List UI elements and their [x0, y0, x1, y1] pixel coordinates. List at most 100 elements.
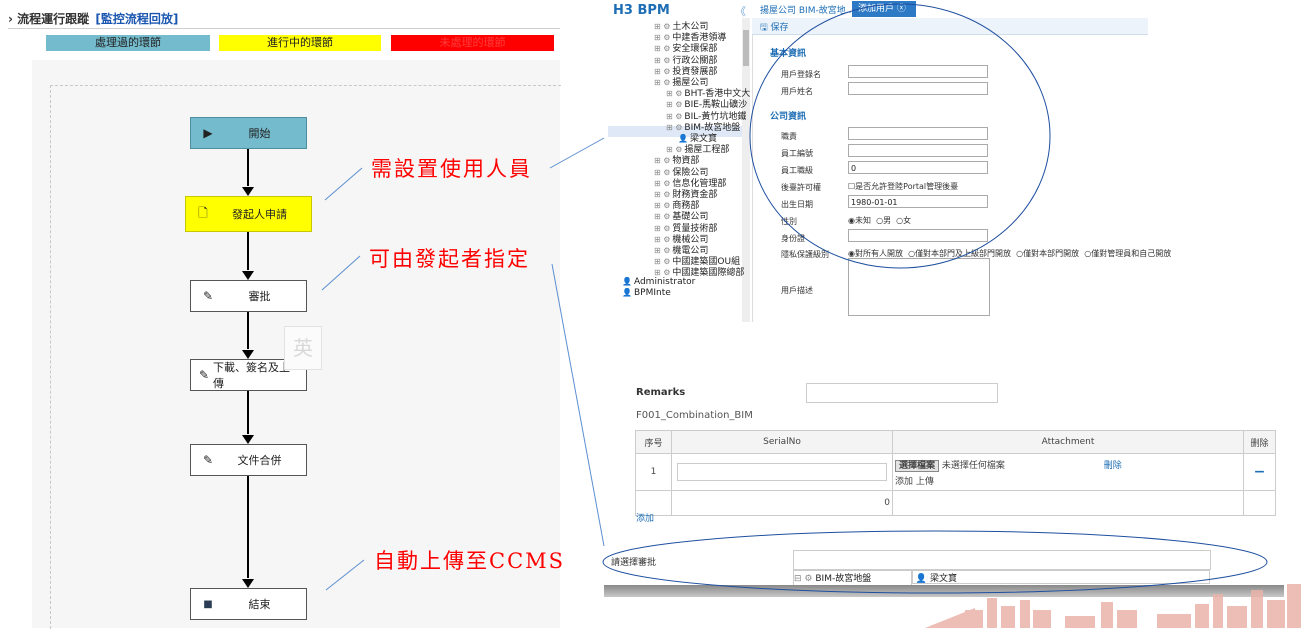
tree-item-label: BPMInte	[633, 287, 671, 298]
label-emp-level: 員工職級	[781, 166, 813, 175]
add-row-link[interactable]: 添加	[636, 511, 654, 524]
node-approve[interactable]: ✎ 審批	[190, 280, 307, 312]
ime-indicator: 英	[284, 326, 322, 370]
node-file-merge[interactable]: ✎ 文件合併	[190, 444, 307, 476]
node-label: 結束	[248, 598, 271, 611]
legend-in-progress: 進行中的環節	[219, 35, 381, 51]
id-no-input[interactable]	[848, 229, 988, 242]
serial-input[interactable]	[677, 463, 887, 481]
connector	[247, 232, 249, 270]
user-icon: 👤	[622, 287, 632, 297]
label-birthday: 出生日期	[781, 200, 813, 209]
tab-company[interactable]: 揚屋公司 BIM-故宮地... ⓧ	[760, 3, 866, 16]
tree-item[interactable]: 👤 BPMInte	[622, 288, 671, 298]
choose-file-button[interactable]: 選擇檔案	[895, 459, 940, 472]
bpm-logo: H3 BPM	[613, 3, 670, 18]
delete-row-button[interactable]: −	[1243, 453, 1276, 491]
arrow-down-icon	[242, 435, 254, 444]
table-row: 1 選擇檔案 未選擇任何檔案 刪除 添加 上傳 −	[635, 453, 1276, 491]
emp-level-input[interactable]: 0	[848, 161, 988, 174]
col-header: 序号	[635, 430, 672, 454]
play-icon: ▶	[203, 126, 213, 140]
label-privacy: 隱私保護級別	[781, 250, 829, 259]
label-emp-no: 員工編號	[781, 149, 813, 158]
total-cell: 0	[671, 490, 893, 516]
document-icon: 🗋	[198, 205, 208, 220]
save-label: 保存	[770, 23, 789, 33]
pencil-icon: ✎	[198, 368, 210, 382]
legend-processed: 處理過的環節	[46, 35, 210, 51]
arrow-down-icon	[242, 271, 254, 280]
save-button[interactable]: 🖫 保存	[760, 20, 789, 36]
gender-female: 女	[903, 216, 912, 225]
flow-title-text: 流程運行跟蹤	[17, 12, 90, 26]
node-label: 審批	[248, 290, 271, 303]
add-upload-links[interactable]: 添加 上傳	[895, 474, 1242, 487]
col-header: Attachment	[892, 430, 1244, 454]
label-title: 職責	[781, 132, 797, 141]
section-basic-info: 基本資訊	[770, 49, 807, 59]
legend-unprocessed: 未處理的環節	[391, 35, 554, 51]
user-name-input[interactable]	[848, 82, 988, 95]
gender-unknown: 未知	[854, 216, 871, 225]
title-input[interactable]	[848, 127, 988, 140]
birthday-input[interactable]: 1980-01-01	[848, 195, 988, 208]
connector	[247, 476, 249, 578]
privacy-dept-upper: 僅對本部門及上級部門開放	[915, 249, 1012, 258]
node-start[interactable]: ▶ 開始	[190, 117, 307, 149]
approver-label: 請選擇審批	[611, 558, 657, 568]
node-label: 文件合併	[237, 454, 282, 467]
node-end[interactable]: ■ 結束	[190, 588, 307, 620]
label-login-name: 用戶登錄名	[781, 70, 821, 79]
label-id-no: 身份證	[781, 234, 805, 243]
tree-scroll-thumb[interactable]	[743, 30, 749, 66]
label-desc: 用戶描述	[781, 286, 813, 295]
label-gender: 性別	[781, 217, 797, 226]
backend-checkbox[interactable]: ☐是否允許登陸Portal管理後臺	[848, 181, 958, 192]
tree-toggle-icon: ⊟ ⚙	[794, 574, 813, 584]
empty-cell	[1243, 490, 1276, 516]
connector	[247, 391, 249, 434]
arrow-down-icon	[242, 350, 254, 359]
label-backend: 後臺許可權	[781, 183, 821, 192]
backend-option: 是否允許登陸Portal管理後臺	[855, 182, 959, 191]
row-index: 1	[635, 453, 672, 491]
approver-input[interactable]	[793, 550, 1211, 570]
privacy-all: 對所有人開放	[854, 249, 903, 258]
flow-title: › 流程運行跟蹤 [監控流程回放]	[8, 10, 178, 27]
form-code: F001_Combination_BIM	[636, 410, 753, 421]
col-header: 删除	[1243, 430, 1276, 454]
arrow-down-icon	[242, 579, 254, 588]
approver-tree-node[interactable]: BIM-故宮地盤	[815, 574, 871, 584]
login-name-input[interactable]	[848, 65, 988, 78]
chevron-right-icon: ›	[8, 12, 13, 26]
tab-add-user[interactable]: 添加用戶 ⓧ	[852, 1, 916, 17]
connector	[247, 149, 249, 186]
arrow-down-icon	[242, 187, 254, 196]
gender-male: 男	[883, 216, 892, 225]
emp-no-input[interactable]	[848, 144, 988, 157]
node-label: 發起人申請	[232, 208, 287, 221]
gender-radio-group[interactable]: ◉未知 ○男 ○女	[848, 215, 911, 226]
pencil-icon: ✎	[202, 453, 214, 467]
empty-cell	[892, 490, 1244, 516]
annotation-auto-upload: 自動上傳至CCMS	[374, 549, 566, 573]
table-total-row: 0	[635, 490, 1276, 516]
delete-link[interactable]: 刪除	[1104, 461, 1122, 471]
form-toolbar	[752, 18, 1148, 35]
replay-link[interactable]: [監控流程回放]	[95, 12, 178, 26]
section-company-info: 公司資訊	[770, 112, 807, 122]
annotation-by-initiator: 可由發起者指定	[369, 247, 530, 271]
remarks-input[interactable]	[806, 383, 998, 403]
attachment-cell: 選擇檔案 未選擇任何檔案 刪除 添加 上傳	[892, 453, 1244, 491]
no-file-text: 未選擇任何檔案	[941, 460, 1005, 471]
skyline-watermark	[925, 584, 1301, 628]
serial-cell	[671, 453, 893, 491]
col-header: SerialNo	[671, 430, 893, 454]
desc-textarea[interactable]	[848, 258, 990, 316]
node-initiator-apply[interactable]: 🗋 發起人申請	[185, 196, 312, 232]
collapse-icon[interactable]: 《	[735, 3, 746, 19]
tree-item[interactable]: 👤 Administrator	[622, 277, 695, 287]
pencil-icon: ✎	[202, 289, 214, 303]
user-icon: 👤	[622, 276, 632, 286]
